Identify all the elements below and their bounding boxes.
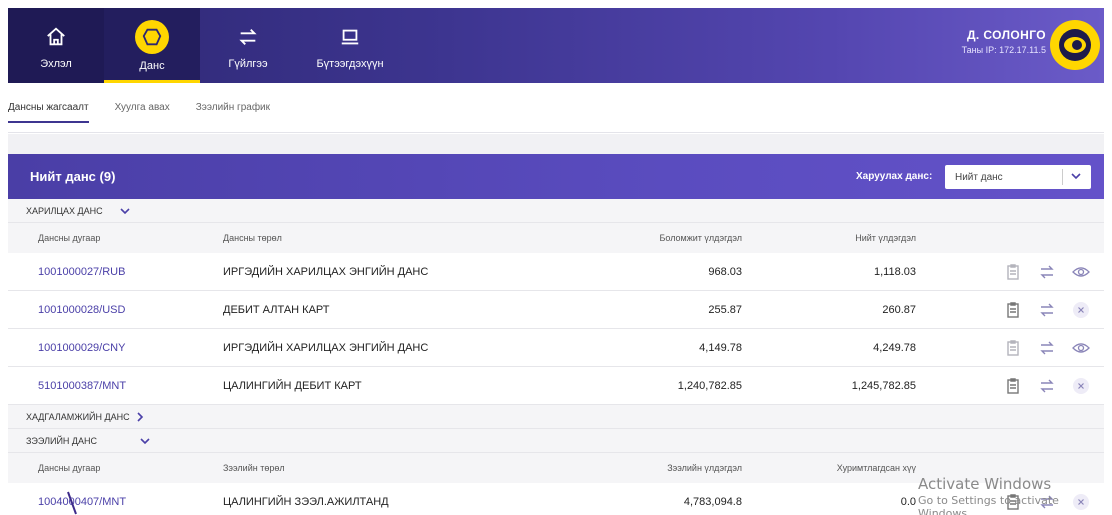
nav-item-label: Гүйлгээ (228, 57, 268, 70)
total-balance: 260.87 (882, 303, 916, 316)
chevron-down-icon (119, 205, 131, 217)
statement-icon[interactable] (1004, 377, 1022, 395)
piggy-bank-icon (135, 19, 169, 54)
section-loan-accounts[interactable]: ЗЭЭЛИЙН ДАНС (8, 429, 1104, 453)
watermark-subtitle: Go to Settings to activate Windows. (918, 494, 1059, 515)
logo-icon (1059, 29, 1091, 61)
accounts-header: Нийт данс (9) Харуулах данс: Нийт данс (8, 154, 1104, 199)
table-row: 5101000387/MNT ЦАЛИНГИЙН ДЕБИТ КАРТ 1,24… (8, 367, 1104, 405)
table-row: 1001000027/RUB ИРГЭДИЙН ХАРИЛЦАХ ЭНГИЙН … (8, 253, 1104, 291)
close-icon[interactable] (1072, 377, 1090, 395)
account-filter-select[interactable]: Нийт данс (945, 165, 1091, 189)
table-row: 1001000028/USD ДЕБИТ АЛТАН КАРТ 255.87 2… (8, 291, 1104, 329)
chevron-down-icon (139, 435, 151, 447)
available-balance: 255.87 (708, 303, 742, 316)
user-name: Д. СОЛОНГО (966, 28, 1046, 42)
subtab-bar: Дансны жагсаалт Хуулга авах Зээлийн граф… (8, 83, 1104, 133)
nav-item-label: Эхлэл (40, 57, 72, 70)
section-title: ЗЭЭЛИЙН ДАНС (26, 435, 98, 446)
transfer-icon[interactable] (1038, 377, 1056, 395)
transfer-icon[interactable] (1038, 263, 1056, 281)
top-navigation: Эхлэл Данс Гүйлгээ Бүтээгдэхүүн Д. СОЛОН… (8, 8, 1104, 83)
column-header: Дансны дугаар (38, 463, 101, 473)
total-balance: 1,245,782.85 (851, 379, 916, 392)
accrued-interest: 0.0 (900, 495, 916, 508)
account-type: ИРГЭДИЙН ХАРИЛЦАХ ЭНГИЙН ДАНС (223, 341, 429, 354)
transfer-icon[interactable] (1038, 339, 1056, 357)
total-balance: 4,249.78 (873, 341, 916, 354)
activate-windows-watermark: Activate Windows Go to Settings to activ… (918, 475, 1112, 515)
account-type: ЦАЛИНГИЙН ДЕБИТ КАРТ (223, 379, 362, 392)
account-number-link[interactable]: 1001000028/USD (38, 304, 125, 316)
user-ip: Таны IP: 172.17.11.5 (961, 45, 1046, 55)
account-number-link[interactable]: 5101000387/MNT (38, 380, 126, 392)
close-icon[interactable] (1072, 301, 1090, 319)
column-header: Дансны дугаар (38, 233, 101, 243)
section-title: ХАРИЛЦАХ ДАНС (26, 205, 103, 216)
table-row: 1001000029/CNY ИРГЭДИЙН ХАРИЛЦАХ ЭНГИЙН … (8, 329, 1104, 367)
column-header: Хуримтлагдсан хүү (836, 463, 916, 473)
statement-icon[interactable] (1004, 263, 1022, 281)
home-icon (41, 22, 71, 52)
section-current-accounts[interactable]: ХАРИЛЦАХ ДАНС (8, 199, 1104, 223)
nav-item-products[interactable]: Бүтээгдэхүүн (296, 8, 404, 83)
account-type: ИРГЭДИЙН ХАРИЛЦАХ ЭНГИЙН ДАНС (223, 265, 429, 278)
statement-icon[interactable] (1004, 301, 1022, 319)
nav-item-transactions[interactable]: Гүйлгээ (200, 8, 296, 83)
account-number-link[interactable]: 1001000027/RUB (38, 266, 125, 278)
eye-icon[interactable] (1072, 263, 1090, 281)
available-balance: 968.03 (708, 265, 742, 278)
mouse-cursor-icon (66, 490, 86, 515)
loan-type: ЦАЛИНГИЙН ЗЭЭЛ.АЖИЛТАНД (223, 495, 389, 508)
section-title: ХАДГАЛАМЖИЙН ДАНС (26, 411, 130, 422)
user-info: Д. СОЛОНГО Таны IP: 172.17.11.5 (962, 28, 1046, 55)
column-header: Зээлийн үлдэгдэл (667, 463, 742, 473)
available-balance: 4,149.78 (699, 341, 742, 354)
filter-value: Нийт данс (955, 171, 1003, 183)
column-header: Нийт үлдэгдэл (855, 233, 916, 243)
nav-item-label: Бүтээгдэхүүн (316, 57, 384, 70)
laptop-icon (335, 22, 365, 52)
filter-label: Харуулах данс: (856, 171, 933, 182)
nav-item-accounts[interactable]: Данс (104, 8, 200, 83)
nav-item-label: Данс (139, 59, 165, 72)
total-balance: 1,118.03 (873, 265, 916, 278)
table-header: Дансны дугаар Дансны төрөл Боломжит үлдэ… (8, 223, 1104, 253)
statement-icon[interactable] (1004, 339, 1022, 357)
account-number-link[interactable]: 1001000029/CNY (38, 342, 125, 354)
column-header: Дансны төрөл (223, 233, 282, 243)
account-type: ДЕБИТ АЛТАН КАРТ (223, 303, 330, 316)
tab-account-list[interactable]: Дансны жагсаалт (8, 94, 89, 123)
transfer-icon (233, 22, 263, 52)
watermark-title: Activate Windows (918, 475, 1052, 493)
nav-item-home[interactable]: Эхлэл (8, 8, 104, 83)
transfer-icon[interactable] (1038, 301, 1056, 319)
eye-icon[interactable] (1072, 339, 1090, 357)
tab-loan-schedule[interactable]: Зээлийн график (196, 94, 270, 121)
divider (8, 134, 1104, 154)
available-balance: 1,240,782.85 (677, 379, 742, 392)
avatar[interactable] (1050, 20, 1100, 70)
tab-statement[interactable]: Хуулга авах (115, 94, 170, 121)
chevron-right-icon (134, 411, 146, 423)
column-header: Зээлийн төрөл (223, 463, 285, 473)
chevron-down-icon (1069, 169, 1083, 186)
loan-balance: 4,783,094.8 (683, 495, 742, 508)
section-savings-accounts[interactable]: ХАДГАЛАМЖИЙН ДАНС (8, 405, 1104, 429)
column-header: Боломжит үлдэгдэл (659, 233, 742, 243)
divider (1062, 169, 1063, 185)
accounts-title: Нийт данс (9) (30, 169, 116, 184)
